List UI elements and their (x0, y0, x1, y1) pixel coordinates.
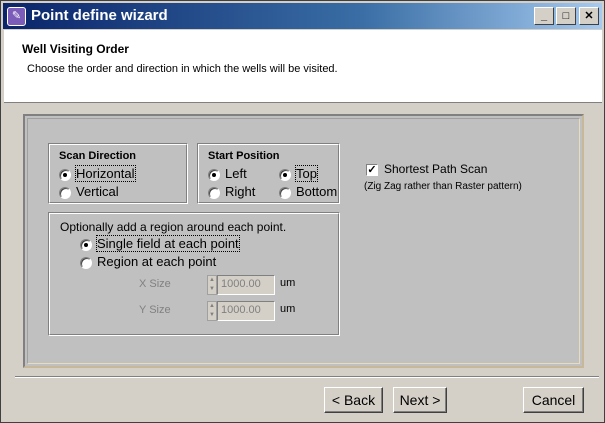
window-title: Point define wizard (31, 7, 168, 24)
radio-right[interactable] (208, 187, 220, 199)
shortest-path-note: (Zig Zag rather than Raster pattern) (364, 181, 522, 192)
radio-left[interactable] (208, 169, 220, 181)
x-size-spinner[interactable]: ▲ ▼ (207, 275, 217, 295)
y-size-spinner[interactable]: ▲ ▼ (207, 301, 217, 321)
region-group: Optionally add a region around each poin… (48, 212, 340, 336)
start-position-group: Start Position Left Right Top Bottom (197, 143, 340, 204)
radio-region-label[interactable]: Region at each point (97, 254, 216, 269)
maximize-button[interactable]: □ (556, 7, 576, 25)
radio-region[interactable] (80, 257, 92, 269)
x-size-label: X Size (139, 278, 171, 290)
cancel-button[interactable]: Cancel (523, 387, 584, 413)
spin-up-icon[interactable]: ▲ (208, 302, 216, 311)
options-panel: Scan Direction Horizontal Vertical Start… (23, 114, 584, 368)
y-size-label: Y Size (139, 304, 171, 316)
start-position-label: Start Position (208, 150, 280, 162)
radio-bottom[interactable] (279, 187, 291, 199)
scan-direction-group: Scan Direction Horizontal Vertical (48, 143, 188, 204)
spin-up-icon[interactable]: ▲ (208, 276, 216, 285)
region-label: Optionally add a region around each poin… (60, 220, 287, 234)
close-button[interactable]: ✕ (579, 7, 599, 25)
spin-down-icon[interactable]: ▼ (208, 311, 216, 320)
y-size-unit: um (280, 303, 296, 315)
radio-vertical-label[interactable]: Vertical (76, 184, 119, 199)
wizard-window: ✎ Point define wizard _ □ ✕ Well Visitin… (0, 0, 605, 423)
radio-single-field-label[interactable]: Single field at each point (96, 235, 240, 252)
page-title: Well Visiting Order (22, 42, 129, 56)
shortest-path-checkbox[interactable]: ✓ (366, 164, 378, 176)
shortest-path-label[interactable]: Shortest Path Scan (384, 162, 487, 176)
back-button[interactable]: < Back (324, 387, 383, 413)
y-size-input[interactable]: 1000.00 (217, 301, 275, 321)
radio-single-field[interactable] (80, 239, 92, 251)
page-subtitle: Choose the order and direction in which … (27, 63, 338, 75)
radio-top[interactable] (279, 169, 291, 181)
radio-horizontal[interactable] (59, 169, 71, 181)
scan-direction-label: Scan Direction (59, 150, 137, 162)
radio-vertical[interactable] (59, 187, 71, 199)
spin-down-icon[interactable]: ▼ (208, 285, 216, 294)
x-size-input[interactable]: 1000.00 (217, 275, 275, 295)
wizard-header: Well Visiting Order Choose the order and… (4, 30, 602, 103)
radio-bottom-label[interactable]: Bottom (296, 184, 337, 199)
wizard-app-icon: ✎ (7, 7, 26, 26)
radio-right-label[interactable]: Right (225, 184, 255, 199)
radio-top-label[interactable]: Top (295, 165, 318, 182)
radio-horizontal-label[interactable]: Horizontal (75, 165, 136, 182)
x-size-unit: um (280, 277, 296, 289)
minimize-button[interactable]: _ (534, 7, 554, 25)
radio-left-label[interactable]: Left (225, 166, 247, 181)
next-button[interactable]: Next > (393, 387, 447, 413)
footer-divider (15, 376, 599, 378)
title-bar[interactable]: ✎ Point define wizard _ □ ✕ (3, 3, 602, 29)
